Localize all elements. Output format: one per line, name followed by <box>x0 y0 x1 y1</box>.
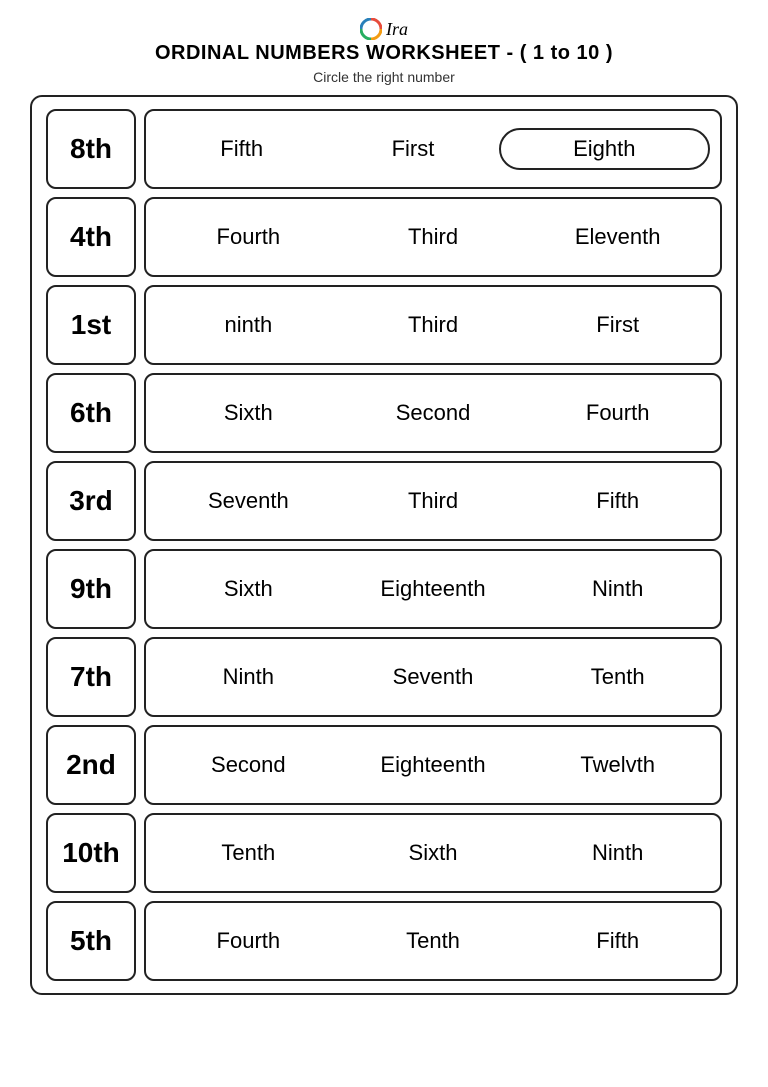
option-text: Fourth <box>525 400 710 426</box>
option-text: Third <box>341 224 526 250</box>
worksheet-row: 7thNinthSeventhTenth <box>46 637 722 717</box>
worksheet-row: 6thSixthSecondFourth <box>46 373 722 453</box>
page-title: ORDINAL NUMBERS WORKSHEET - ( 1 to 10 ) <box>155 42 613 65</box>
options-box: SixthEighteenthNinth <box>144 549 722 629</box>
option-text: Tenth <box>525 664 710 690</box>
number-box: 2nd <box>46 725 136 805</box>
option-text: Fourth <box>156 928 341 954</box>
worksheet-row: 9thSixthEighteenthNinth <box>46 549 722 629</box>
option-text: Eleventh <box>525 224 710 250</box>
number-box: 5th <box>46 901 136 981</box>
worksheet-row: 10thTenthSixthNinth <box>46 813 722 893</box>
options-box: SeventhThirdFifth <box>144 461 722 541</box>
option-text: Third <box>341 488 526 514</box>
option-text: Fifth <box>156 136 327 162</box>
header: Ira ORDINAL NUMBERS WORKSHEET - ( 1 to 1… <box>155 18 613 85</box>
number-box: 7th <box>46 637 136 717</box>
number-box: 1st <box>46 285 136 365</box>
worksheet-row: 3rdSeventhThirdFifth <box>46 461 722 541</box>
worksheet-row: 4thFourthThirdEleventh <box>46 197 722 277</box>
logo-area: Ira <box>360 18 408 40</box>
option-text: Tenth <box>341 928 526 954</box>
option-text: First <box>327 136 498 162</box>
option-text: Eighteenth <box>341 576 526 602</box>
option-text: Seventh <box>341 664 526 690</box>
number-box: 8th <box>46 109 136 189</box>
number-box: 6th <box>46 373 136 453</box>
options-box: FourthTenthFifth <box>144 901 722 981</box>
option-text: Tenth <box>156 840 341 866</box>
option-text: Sixth <box>156 400 341 426</box>
options-box: FifthFirstEighth <box>144 109 722 189</box>
worksheet-row: 2ndSecondEighteenthTwelvth <box>46 725 722 805</box>
number-box: 10th <box>46 813 136 893</box>
option-text: Ninth <box>525 576 710 602</box>
logo-text: Ira <box>386 19 408 40</box>
worksheet-row: 1stninthThirdFirst <box>46 285 722 365</box>
number-box: 4th <box>46 197 136 277</box>
options-box: SixthSecondFourth <box>144 373 722 453</box>
option-text: Ninth <box>156 664 341 690</box>
option-text: ninth <box>156 312 341 338</box>
options-box: SecondEighteenthTwelvth <box>144 725 722 805</box>
worksheet: 8thFifthFirstEighth4thFourthThirdElevent… <box>30 95 738 995</box>
options-box: NinthSeventhTenth <box>144 637 722 717</box>
option-text: First <box>525 312 710 338</box>
logo-icon <box>360 18 382 40</box>
options-box: TenthSixthNinth <box>144 813 722 893</box>
option-text: Second <box>156 752 341 778</box>
option-text: Eighteenth <box>341 752 526 778</box>
options-box: FourthThirdEleventh <box>144 197 722 277</box>
option-text: Third <box>341 312 526 338</box>
options-box: ninthThirdFirst <box>144 285 722 365</box>
worksheet-row: 8thFifthFirstEighth <box>46 109 722 189</box>
option-text: Sixth <box>341 840 526 866</box>
option-text: Fifth <box>525 928 710 954</box>
option-text: Second <box>341 400 526 426</box>
worksheet-row: 5thFourthTenthFifth <box>46 901 722 981</box>
number-box: 3rd <box>46 461 136 541</box>
page-subtitle: Circle the right number <box>313 69 455 85</box>
option-text: Seventh <box>156 488 341 514</box>
option-text: Sixth <box>156 576 341 602</box>
option-text: Ninth <box>525 840 710 866</box>
number-box: 9th <box>46 549 136 629</box>
option-text: Eighth <box>499 128 710 170</box>
option-text: Twelvth <box>525 752 710 778</box>
option-text: Fifth <box>525 488 710 514</box>
option-text: Fourth <box>156 224 341 250</box>
